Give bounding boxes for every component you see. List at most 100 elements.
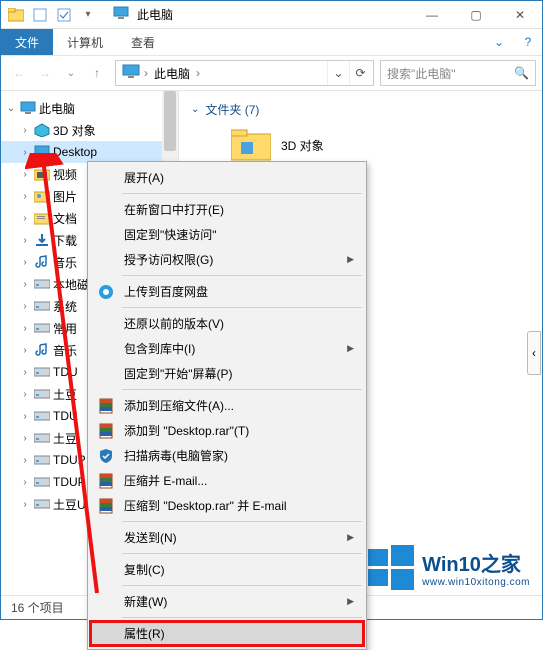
tree-item-label: 图片 bbox=[53, 188, 77, 205]
menu-item[interactable]: 新建(W) bbox=[90, 589, 364, 614]
pc-icon bbox=[122, 64, 140, 82]
address-dropdown-button[interactable]: ⌄ bbox=[327, 61, 349, 85]
expand-icon[interactable]: › bbox=[19, 345, 31, 356]
menu-item-label: 固定到"开始"屏幕(P) bbox=[124, 365, 233, 382]
item-count: 16 个项目 bbox=[11, 599, 64, 616]
expand-icon[interactable]: › bbox=[19, 257, 31, 268]
tree-item-icon bbox=[33, 209, 51, 227]
pc-icon bbox=[19, 99, 37, 117]
tab-view[interactable]: 查看 bbox=[117, 29, 169, 55]
expand-icon[interactable]: › bbox=[19, 279, 31, 290]
menu-item-label: 固定到"快速访问" bbox=[124, 226, 217, 243]
group-label: 文件夹 (7) bbox=[205, 101, 259, 118]
tree-item-label: 3D 对象 bbox=[53, 122, 96, 139]
expand-icon[interactable]: › bbox=[19, 147, 31, 158]
expand-icon[interactable]: › bbox=[19, 367, 31, 378]
tree-item-label: TDUP bbox=[53, 453, 86, 467]
help-icon[interactable]: ? bbox=[514, 29, 542, 55]
explorer-icon bbox=[5, 4, 27, 26]
refresh-button[interactable]: ⟳ bbox=[349, 61, 371, 85]
qat-overflow[interactable]: ▾ bbox=[77, 4, 99, 26]
close-button[interactable]: ✕ bbox=[498, 1, 542, 28]
qat-item-2[interactable] bbox=[53, 4, 75, 26]
menu-item[interactable]: 复制(C) bbox=[90, 557, 364, 582]
menu-item[interactable]: 上传到百度网盘 bbox=[90, 279, 364, 304]
maximize-button[interactable]: ▢ bbox=[454, 1, 498, 28]
tree-item-label: 常用 bbox=[53, 320, 77, 337]
menu-item-label: 在新窗口中打开(E) bbox=[124, 201, 224, 218]
shield-icon bbox=[96, 446, 116, 466]
menu-item[interactable]: 在新窗口中打开(E) bbox=[90, 197, 364, 222]
menu-item[interactable]: 添加到 "Desktop.rar"(T) bbox=[90, 418, 364, 443]
expand-icon[interactable]: › bbox=[19, 323, 31, 334]
scrollbar-thumb[interactable] bbox=[164, 91, 176, 151]
expand-icon[interactable]: › bbox=[19, 191, 31, 202]
menu-item[interactable]: 发送到(N) bbox=[90, 525, 364, 550]
expand-icon[interactable]: › bbox=[19, 301, 31, 312]
tree-item-icon bbox=[33, 231, 51, 249]
tree-item[interactable]: › 3D 对象 bbox=[1, 119, 178, 141]
menu-item[interactable]: 添加到压缩文件(A)... bbox=[90, 393, 364, 418]
back-button[interactable]: ← bbox=[7, 61, 31, 85]
qat-item-1[interactable] bbox=[29, 4, 51, 26]
menu-separator bbox=[122, 521, 362, 522]
tree-item-icon bbox=[33, 253, 51, 271]
tree-item-icon bbox=[33, 143, 51, 161]
tree-root-label: 此电脑 bbox=[39, 100, 75, 117]
address-bar[interactable]: › 此电脑 › ⌄ ⟳ bbox=[115, 60, 374, 86]
forward-button[interactable]: → bbox=[33, 61, 57, 85]
expand-icon[interactable]: › bbox=[19, 169, 31, 180]
tree-item-icon bbox=[33, 363, 51, 381]
rar-icon bbox=[96, 471, 116, 491]
tab-file[interactable]: 文件 bbox=[1, 29, 53, 55]
preview-pane-handle[interactable]: ‹ bbox=[527, 331, 541, 375]
tree-item-label: 视频 bbox=[53, 166, 77, 183]
rar-icon bbox=[96, 396, 116, 416]
menu-item[interactable]: 属性(R) bbox=[90, 621, 364, 646]
expand-icon[interactable]: › bbox=[19, 125, 31, 136]
search-box[interactable]: 搜索"此电脑" 🔍 bbox=[380, 60, 536, 86]
expand-icon[interactable]: › bbox=[19, 433, 31, 444]
crumb-chevron-1[interactable]: › bbox=[196, 66, 200, 80]
ribbon-expand-icon[interactable]: ⌄ bbox=[484, 29, 514, 55]
menu-item[interactable]: 包含到库中(I) bbox=[90, 336, 364, 361]
menu-item[interactable]: 授予访问权限(G) bbox=[90, 247, 364, 272]
expand-icon[interactable]: › bbox=[19, 499, 31, 510]
menu-item[interactable]: 压缩到 "Desktop.rar" 并 E-mail bbox=[90, 493, 364, 518]
expand-icon[interactable]: › bbox=[19, 213, 31, 224]
search-icon: 🔍 bbox=[514, 66, 529, 80]
menu-item[interactable]: 固定到"快速访问" bbox=[90, 222, 364, 247]
recent-locations-button[interactable]: ⌄ bbox=[59, 61, 83, 85]
menu-item[interactable]: 扫描病毒(电脑管家) bbox=[90, 443, 364, 468]
menu-item-label: 展开(A) bbox=[124, 169, 164, 186]
expand-icon[interactable]: ⌄ bbox=[5, 103, 17, 114]
menu-item-label: 属性(R) bbox=[124, 625, 165, 642]
expand-icon[interactable]: › bbox=[19, 455, 31, 466]
expand-icon[interactable]: › bbox=[19, 477, 31, 488]
folder-item-3d[interactable]: 3D 对象 bbox=[191, 128, 530, 162]
window-title: 此电脑 bbox=[129, 6, 410, 23]
tree-root-pc[interactable]: ⌄ 此电脑 bbox=[1, 97, 178, 119]
rar-icon bbox=[96, 496, 116, 516]
tree-item-icon bbox=[33, 385, 51, 403]
menu-item[interactable]: 展开(A) bbox=[90, 165, 364, 190]
folder-group-header[interactable]: ⌄ 文件夹 (7) bbox=[191, 99, 530, 128]
tree-item-label: 下载 bbox=[53, 232, 77, 249]
expand-icon[interactable]: › bbox=[19, 235, 31, 246]
navbar: ← → ⌄ ↑ › 此电脑 › ⌄ ⟳ 搜索"此电脑" 🔍 bbox=[1, 55, 542, 91]
menu-item-label: 压缩并 E-mail... bbox=[124, 472, 207, 489]
tree-item[interactable]: ›Desktop bbox=[1, 141, 178, 163]
tree-item-icon bbox=[33, 275, 51, 293]
up-button[interactable]: ↑ bbox=[85, 61, 109, 85]
context-menu: 展开(A) 在新窗口中打开(E) 固定到"快速访问" 授予访问权限(G) 上传到百度网盘… bbox=[87, 161, 367, 650]
tab-computer[interactable]: 计算机 bbox=[53, 29, 117, 55]
tree-item-icon bbox=[33, 187, 51, 205]
expand-icon[interactable]: › bbox=[19, 389, 31, 400]
tree-item-icon bbox=[33, 429, 51, 447]
menu-item[interactable]: 压缩并 E-mail... bbox=[90, 468, 364, 493]
menu-item[interactable]: 还原以前的版本(V) bbox=[90, 311, 364, 336]
expand-icon[interactable]: › bbox=[19, 411, 31, 422]
breadcrumb-root[interactable]: 此电脑 bbox=[148, 65, 196, 82]
minimize-button[interactable]: — bbox=[410, 1, 454, 28]
menu-item[interactable]: 固定到"开始"屏幕(P) bbox=[90, 361, 364, 386]
